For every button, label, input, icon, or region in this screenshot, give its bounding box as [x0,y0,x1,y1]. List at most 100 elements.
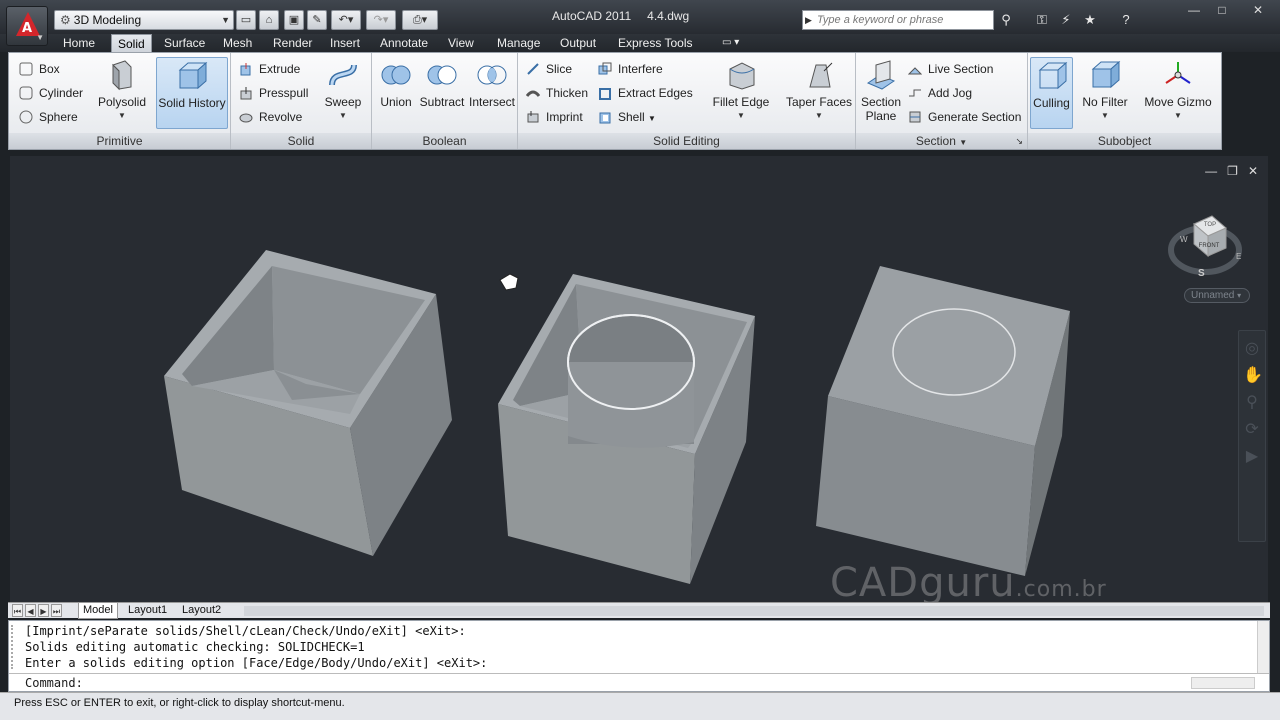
undo-icon[interactable]: ↶▾ [331,10,361,30]
command-input[interactable]: Command: [9,673,1269,691]
union-button[interactable]: Union [376,57,416,129]
compass-west-label[interactable]: W [1180,235,1188,244]
tab-model[interactable]: Model [78,603,118,619]
live-section-button[interactable]: Live Section [906,59,993,79]
next-layout-icon[interactable]: ▶ [38,604,49,617]
interfere-label: Interfere [618,62,663,76]
viewcube-front-label[interactable]: FRONT [1199,243,1220,249]
tab-layout1[interactable]: Layout1 [124,603,171,619]
polysolid-button[interactable]: Polysolid ▼ [95,57,149,129]
command-horizontal-scrollbar[interactable] [1191,677,1255,689]
command-vertical-scrollbar[interactable] [1257,621,1269,673]
close-icon[interactable]: ✕ [1240,2,1276,18]
ribbon-minimize-toggle[interactable]: ▭ ▾ [716,34,745,52]
thicken-button[interactable]: Thicken [524,83,588,103]
no-filter-button[interactable]: No Filter ▼ [1078,57,1132,129]
viewcube[interactable]: TOP FRONT W E S [1168,204,1242,278]
tab-insert[interactable]: Insert [324,34,366,52]
culling-button[interactable]: Culling [1030,57,1073,129]
steering-wheel-icon[interactable]: ◎ [1243,340,1261,358]
help-icon[interactable]: ? [1116,10,1136,30]
shell-button[interactable]: Shell ▼ [596,107,656,127]
app-name: AutoCAD 2011 [552,9,632,23]
sweep-button[interactable]: Sweep ▼ [321,57,365,129]
box-with-hole-solid[interactable] [498,274,755,584]
drawing-viewport[interactable]: — ❐ ✕ [10,156,1268,602]
tab-express-tools[interactable]: Express Tools [612,34,698,52]
horizontal-scrollbar[interactable] [244,606,1264,616]
new-file-icon[interactable]: ▭ [236,10,256,30]
tab-solid[interactable]: Solid [111,34,152,52]
first-layout-icon[interactable]: ⏮ [12,604,23,617]
tab-surface[interactable]: Surface [158,34,211,52]
zoom-icon[interactable]: ⚲ [1243,394,1261,412]
tab-view[interactable]: View [442,34,480,52]
communication-center-icon[interactable]: ⚡ [1056,10,1076,30]
presspull-icon [240,87,252,100]
panel-solid: Extrude Presspull Revolve Sweep ▼ Solid [231,53,372,149]
compass-east-label[interactable]: E [1236,252,1241,261]
tab-output[interactable]: Output [554,34,602,52]
workspace-dropdown[interactable]: ⚙ 3D Modeling ▼ [54,10,234,30]
open-file-icon[interactable]: ⌂ [259,10,279,30]
search-input[interactable]: ▶ Type a keyword or phrase [802,10,994,30]
viewcube-top-label[interactable]: TOP [1204,222,1216,228]
imprint-button[interactable]: Imprint [524,107,583,127]
extract-edges-button[interactable]: Extract Edges [596,83,693,103]
application-menu-button[interactable]: A ▼ [6,6,48,46]
revolve-icon [239,113,253,123]
redo-icon[interactable]: ↷▾ [366,10,396,30]
ucs-dropdown[interactable]: Unnamed ▾ [1184,288,1250,303]
extrude-button[interactable]: Extrude [237,59,300,79]
save-as-icon[interactable]: ✎ [307,10,327,30]
presspull-button[interactable]: Presspull [237,83,308,103]
slice-label: Slice [546,62,573,76]
box-button[interactable]: Box [17,59,60,79]
intersect-button[interactable]: Intersect [468,57,516,129]
cylinder-button[interactable]: Cylinder [17,83,83,103]
panel-dialog-launcher-icon[interactable]: ↘ [1015,133,1023,149]
minimize-icon[interactable]: — [1180,2,1208,18]
section-plane-button[interactable]: Section Plane [858,57,904,129]
sweep-label: Sweep [324,95,362,109]
compass-south-label[interactable]: S [1198,268,1205,278]
showmotion-icon[interactable]: ▶ [1243,448,1261,466]
plot-icon[interactable]: ⎙▾ [402,10,438,30]
shelled-box-solid[interactable] [164,250,452,556]
solid-history-button[interactable]: Solid History [156,57,228,129]
move-gizmo-button[interactable]: Move Gizmo ▼ [1140,57,1216,129]
command-window: [Imprint/seParate solids/Shell/cLean/Che… [8,620,1270,692]
subtract-button[interactable]: Subtract [418,57,466,129]
add-jog-button[interactable]: Add Jog [906,83,972,103]
search-binoculars-icon[interactable]: ⚲ [996,10,1016,30]
tab-mesh[interactable]: Mesh [217,34,258,52]
panel-title-section[interactable]: Section ▼ ↘ [856,133,1027,149]
pan-icon[interactable]: ✋ [1243,367,1263,385]
tab-layout2[interactable]: Layout2 [178,603,225,619]
orbit-icon[interactable]: ⟳ [1243,421,1261,439]
taper-faces-button[interactable]: Taper Faces ▼ [784,57,854,129]
imprinted-box-solid[interactable] [816,266,1070,576]
fillet-edge-button[interactable]: Fillet Edge ▼ [706,57,776,129]
maximize-icon[interactable]: □ [1208,2,1236,18]
favorites-star-icon[interactable]: ★ [1080,10,1100,30]
subscription-key-icon[interactable]: ⚿ [1032,10,1052,30]
slice-button[interactable]: Slice [524,59,572,79]
tab-manage[interactable]: Manage [491,34,546,52]
chevron-down-icon: ▼ [1101,111,1109,120]
panel-title-subobject: Subobject [1028,133,1221,149]
last-layout-icon[interactable]: ⏭ [51,604,62,617]
tab-home[interactable]: Home [57,34,101,52]
prev-layout-icon[interactable]: ◀ [25,604,36,617]
interfere-button[interactable]: Interfere [596,59,663,79]
fillet-edge-icon [729,62,755,90]
save-icon[interactable]: ▣ [284,10,304,30]
tab-annotate[interactable]: Annotate [374,34,434,52]
command-grip-handle[interactable] [11,625,19,669]
chevron-down-icon: ▼ [648,114,656,123]
panel-title-solid: Solid [231,133,371,149]
tab-render[interactable]: Render [267,34,318,52]
generate-section-button[interactable]: Generate Section [906,107,1021,127]
sphere-button[interactable]: Sphere [17,107,78,127]
revolve-button[interactable]: Revolve [237,107,302,127]
